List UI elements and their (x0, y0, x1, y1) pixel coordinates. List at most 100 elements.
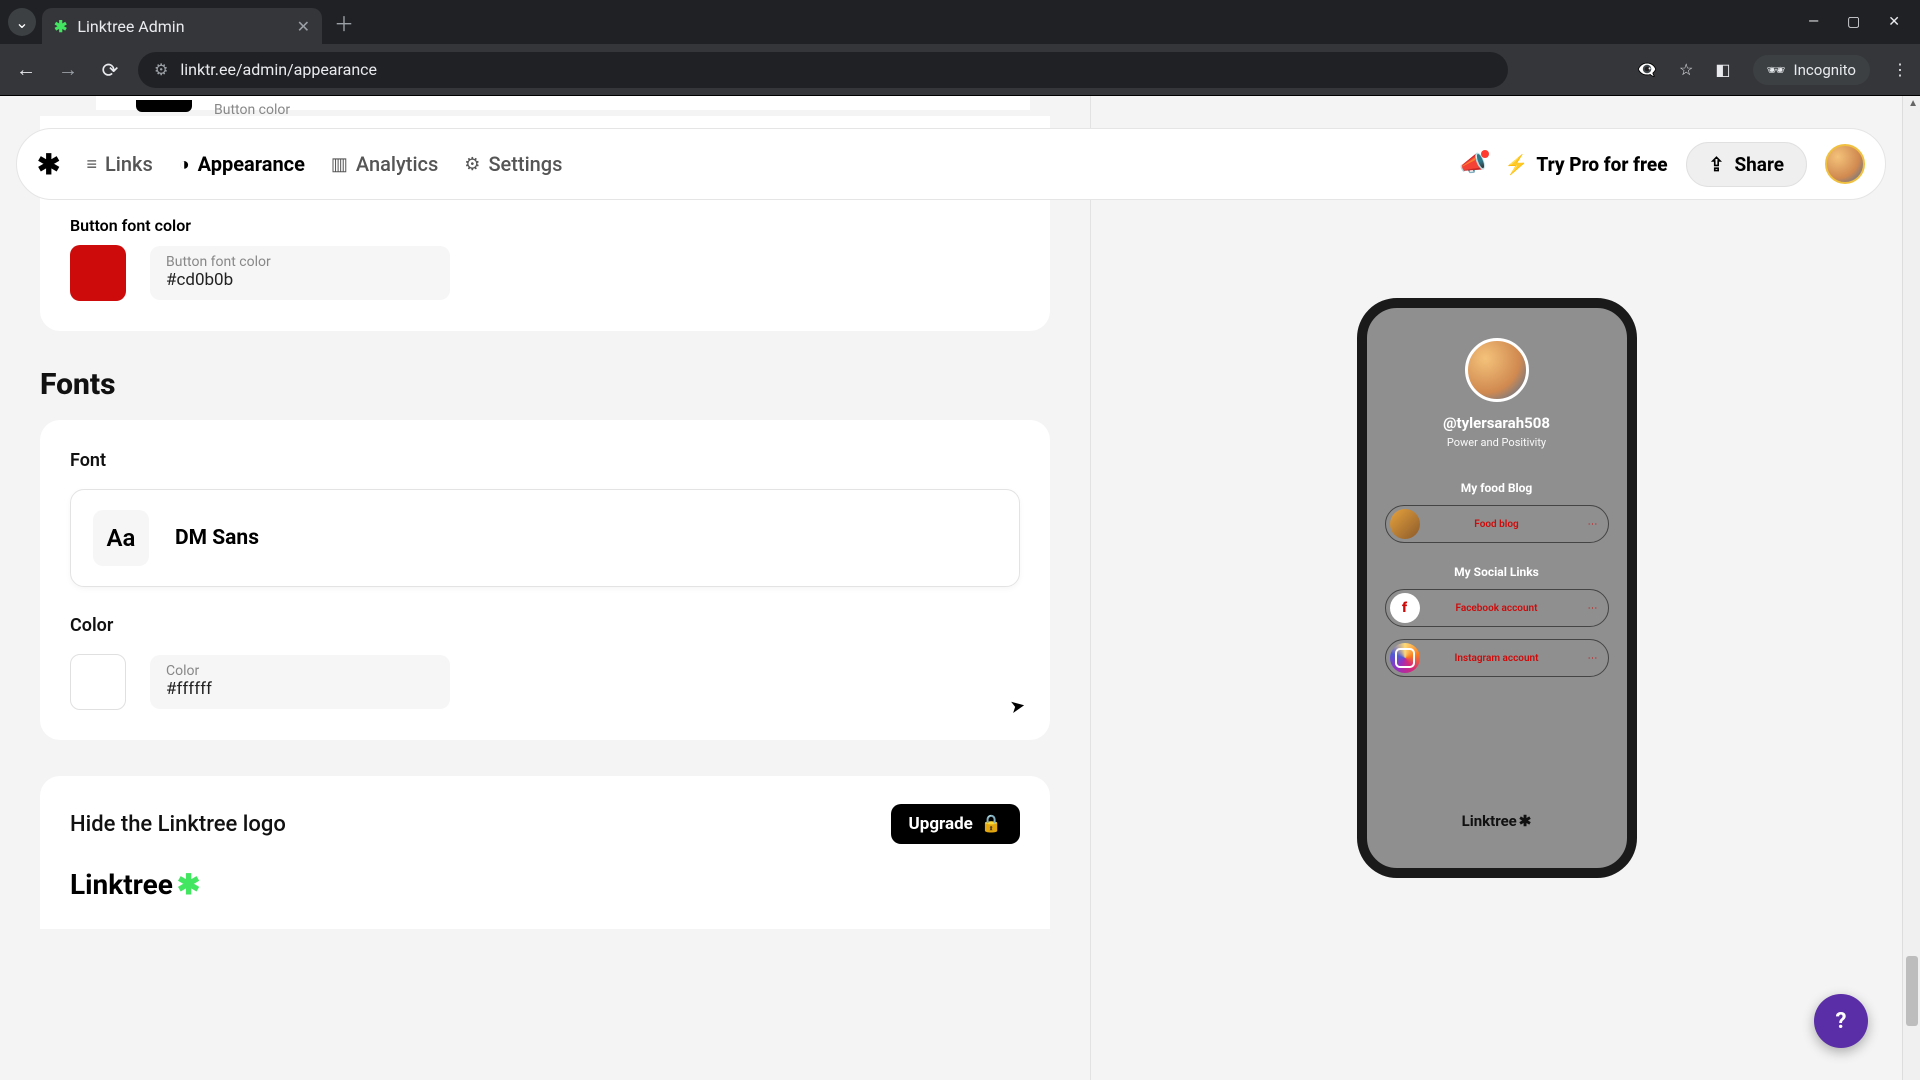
url-text: linktr.ee/admin/appearance (180, 60, 377, 79)
linktree-favicon-icon: ✱ (54, 17, 67, 36)
instagram-icon (1390, 643, 1420, 673)
nav-appearance[interactable]: ◑ Appearance (179, 152, 305, 176)
lock-icon: 🔒 (981, 814, 1002, 834)
ellipsis-icon[interactable]: ⋯ (1588, 519, 1598, 530)
preview-link-facebook[interactable]: f Facebook account ⋯ (1385, 589, 1609, 627)
fonts-card: Font Aa DM Sans Color Color #ffffff (40, 420, 1050, 740)
linktree-wordmark-text: Linktree (70, 868, 173, 901)
scrollbar-thumb[interactable] (1906, 956, 1918, 1026)
bolt-icon: ⚡ (1505, 153, 1529, 176)
incognito-icon: 🕶 (1767, 61, 1786, 79)
incognito-label: Incognito (1794, 61, 1856, 79)
share-button[interactable]: ⇪ Share (1686, 142, 1807, 187)
button-font-color-value: #cd0b0b (166, 270, 434, 290)
help-icon: ? (1836, 1009, 1847, 1034)
ellipsis-icon[interactable]: ⋯ (1588, 653, 1598, 664)
phone-preview: @tylersarah508 Power and Positivity My f… (1357, 298, 1637, 878)
help-fab[interactable]: ? (1814, 994, 1868, 1048)
preview-handle: @tylersarah508 (1443, 414, 1550, 432)
preview-footer-text: Linktree (1462, 812, 1517, 830)
incognito-badge[interactable]: 🕶 Incognito (1753, 55, 1871, 85)
preview-footer: Linktree ✱ (1462, 812, 1532, 830)
font-color-field[interactable]: Color #ffffff (150, 655, 450, 709)
button-color-swatch-peek (136, 100, 192, 112)
kebab-menu-icon[interactable]: ⋮ (1892, 60, 1908, 79)
side-panel-icon[interactable]: ◧ (1715, 60, 1730, 79)
preview-tagline: Power and Positivity (1447, 436, 1546, 449)
browser-tab[interactable]: ✱ Linktree Admin ✕ (42, 8, 322, 44)
preview-link-1-text: Food blog (1474, 519, 1518, 530)
back-button[interactable]: ← (12, 57, 40, 82)
address-bar[interactable]: ⚙ linktr.ee/admin/appearance (138, 52, 1508, 88)
linktree-star-icon: ✱ (1519, 812, 1532, 830)
reload-button[interactable]: ⟳ (96, 58, 124, 82)
nav-settings-label: Settings (488, 152, 562, 176)
preview-section-2: My Social Links (1454, 565, 1539, 579)
account-avatar[interactable] (1825, 144, 1865, 184)
nav-analytics-label: Analytics (356, 152, 438, 176)
page-body: ✱ ≡ Links ◑ Appearance ▥ Analytics ⚙ Set… (0, 96, 1920, 1080)
eye-off-icon[interactable]: 👁‍🗨 (1637, 60, 1657, 79)
font-color-swatch[interactable] (70, 654, 126, 710)
nav-analytics[interactable]: ▥ Analytics (331, 152, 438, 176)
upgrade-button[interactable]: Upgrade 🔒 (891, 804, 1020, 844)
share-label: Share (1734, 153, 1784, 176)
ellipsis-icon[interactable]: ⋯ (1588, 603, 1598, 614)
preview-link-food-blog[interactable]: Food blog ⋯ (1385, 505, 1609, 543)
button-color-peek-label: Button color (214, 102, 290, 118)
preview-avatar (1465, 338, 1529, 402)
window-controls: — ▢ ✕ (1808, 14, 1912, 30)
font-color-field-label: Color (166, 663, 434, 679)
scrollbar-up-icon[interactable]: ▲ (1908, 98, 1918, 109)
font-picker[interactable]: Aa DM Sans (70, 489, 1020, 587)
linktree-star-icon: ✱ (177, 868, 200, 901)
linktree-logo-icon[interactable]: ✱ (37, 148, 60, 181)
facebook-icon: f (1390, 593, 1420, 623)
announcements-button[interactable]: 📣 (1459, 152, 1486, 177)
try-pro-label: Try Pro for free (1536, 153, 1667, 176)
button-font-color-field-label: Button font color (166, 254, 434, 270)
font-name: DM Sans (175, 526, 259, 550)
button-font-color-swatch[interactable] (70, 245, 126, 301)
upgrade-label: Upgrade (909, 814, 973, 834)
preview-link-3-text: Instagram account (1455, 653, 1539, 664)
button-font-color-field[interactable]: Button font color #cd0b0b (150, 246, 450, 300)
maximize-icon[interactable]: ▢ (1847, 14, 1860, 30)
preview-link-instagram[interactable]: Instagram account ⋯ (1385, 639, 1609, 677)
app-header: ✱ ≡ Links ◑ Appearance ▥ Analytics ⚙ Set… (16, 128, 1886, 200)
food-thumb-icon (1390, 509, 1420, 539)
bookmark-star-icon[interactable]: ☆ (1679, 60, 1693, 79)
font-label: Font (70, 450, 1020, 471)
font-color-value: #ffffff (166, 679, 434, 699)
try-pro-button[interactable]: ⚡ Try Pro for free (1505, 153, 1668, 176)
scrollbar-track[interactable]: ▲ (1902, 96, 1920, 1080)
browser-toolbar: ← → ⟳ ⚙ linktr.ee/admin/appearance 👁‍🗨 ☆… (0, 44, 1920, 96)
fonts-section-title: Fonts (40, 367, 1050, 402)
tab-search-dropdown[interactable]: ⌄ (8, 8, 36, 36)
new-tab-button[interactable]: ＋ (334, 8, 354, 37)
chevron-down-icon: ⌄ (15, 13, 28, 32)
browser-tab-strip: ⌄ ✱ Linktree Admin ✕ ＋ — ▢ ✕ (0, 0, 1920, 44)
nav-links-label: Links (105, 152, 153, 176)
preview-link-2-text: Facebook account (1456, 603, 1538, 614)
gear-icon: ⚙ (464, 154, 480, 175)
preview-section-1: My food Blog (1461, 481, 1533, 495)
font-color-label: Color (70, 615, 1020, 636)
minimize-icon[interactable]: — (1808, 14, 1819, 30)
close-tab-icon[interactable]: ✕ (297, 17, 310, 36)
notification-dot-icon (1481, 150, 1489, 158)
share-icon: ⇪ (1709, 153, 1725, 176)
site-settings-icon[interactable]: ⚙ (154, 60, 168, 79)
forward-button[interactable]: → (54, 57, 82, 82)
button-font-color-heading: Button font color (70, 216, 1020, 235)
nav-links[interactable]: ≡ Links (86, 152, 152, 176)
linktree-wordmark: Linktree ✱ (70, 868, 1020, 901)
tab-title: Linktree Admin (77, 17, 184, 36)
preview-column: @tylersarah508 Power and Positivity My f… (1090, 96, 1902, 1080)
close-window-icon[interactable]: ✕ (1888, 14, 1900, 30)
nav-settings[interactable]: ⚙ Settings (464, 152, 562, 176)
font-sample-chip: Aa (93, 510, 149, 566)
bar-chart-icon: ▥ (331, 154, 348, 175)
hide-logo-card: Hide the Linktree logo Upgrade 🔒 Linktre… (40, 776, 1050, 929)
nav-appearance-label: Appearance (198, 152, 305, 176)
